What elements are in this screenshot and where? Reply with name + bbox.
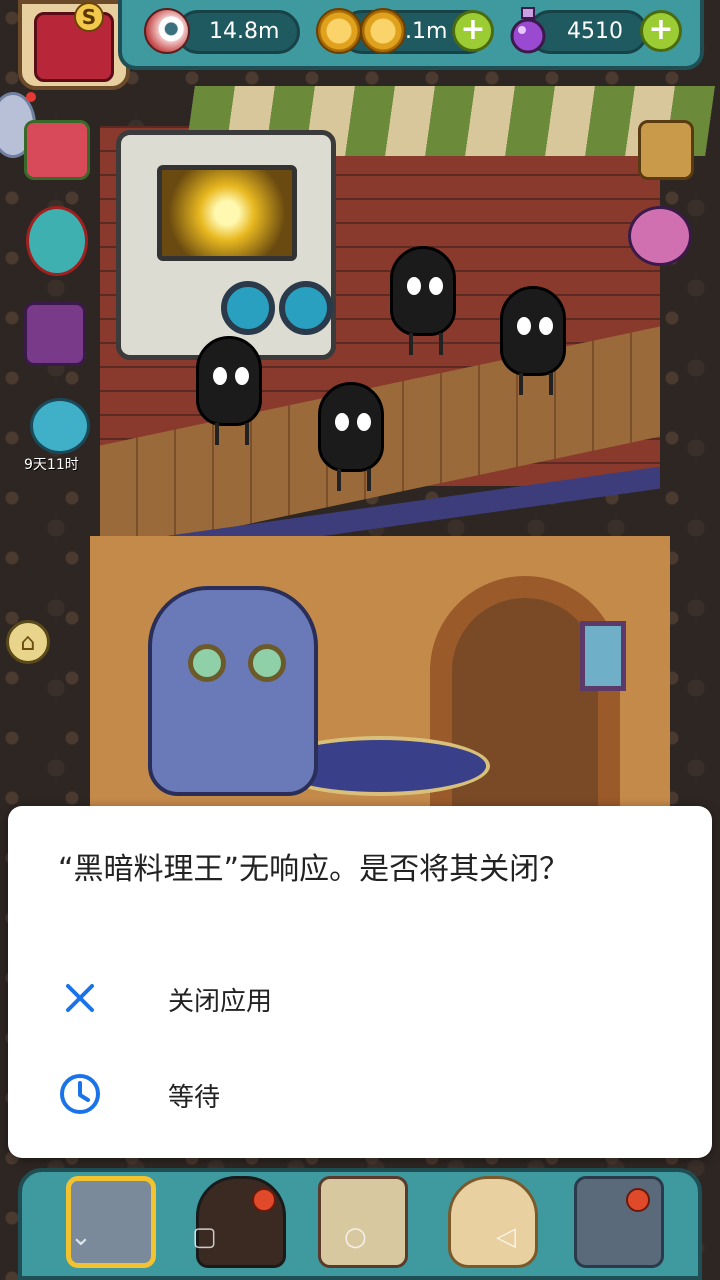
red-dot-badge	[626, 1188, 650, 1212]
rank-badge: S	[74, 2, 104, 32]
dark-creature[interactable]	[390, 246, 456, 355]
cards-icon[interactable]	[24, 302, 86, 366]
nav-home-icon[interactable]: ○	[344, 1222, 367, 1252]
nav-back-icon[interactable]: ◁	[496, 1222, 516, 1252]
monster-event-icon[interactable]	[30, 398, 90, 454]
nav-recents-icon[interactable]: ▢	[192, 1222, 217, 1252]
close-app-button[interactable]: 关闭应用	[8, 954, 712, 1044]
inventory-grid-button[interactable]	[574, 1176, 664, 1268]
coin-icon	[316, 8, 362, 54]
money-bag-button[interactable]	[448, 1176, 538, 1268]
wait-button[interactable]: 等待	[8, 1050, 712, 1140]
vortex-machine[interactable]	[116, 130, 336, 360]
gauge-icon	[221, 281, 275, 335]
close-app-label: 关闭应用	[168, 987, 273, 1017]
red-dot-badge	[252, 1188, 276, 1212]
event-timer: 9天11时	[24, 457, 79, 473]
eyes-value: 14.8m	[209, 19, 280, 44]
eyeball-cluster-icon[interactable]	[628, 206, 692, 266]
potion-icon	[510, 7, 546, 54]
game-scene[interactable]	[60, 86, 715, 836]
home-icon[interactable]: ⌂	[6, 620, 50, 664]
coin-icon	[360, 8, 406, 54]
dark-creature[interactable]	[500, 286, 566, 395]
eyes-counter: 14.8m	[176, 10, 300, 54]
wait-label: 等待	[168, 1083, 221, 1113]
eyeball-icon	[144, 8, 190, 54]
vortex-screen	[157, 165, 297, 261]
nav-menu-icon[interactable]: ⌄	[70, 1222, 92, 1252]
red-dot-badge	[26, 92, 36, 102]
mechanical-cat-statue[interactable]	[148, 586, 318, 796]
screen: S 14.8m .1m + 4510 + 9天11时 ⌂ ⌄ ▢ ○ ◁ “黑暗…	[0, 0, 720, 1280]
coins-value: .1m	[405, 19, 448, 44]
dialog-title: “黑暗料理王”无响应。是否将其关闭？	[58, 852, 570, 887]
gauge-icon	[279, 281, 333, 335]
app-not-responding-dialog: “黑暗料理王”无响应。是否将其关闭？ 关闭应用 等待	[8, 806, 712, 1158]
gift-box-icon[interactable]	[24, 120, 90, 180]
potions-value: 4510	[567, 19, 623, 44]
player-avatar[interactable]: S	[18, 0, 130, 90]
dark-creature[interactable]	[318, 382, 384, 491]
add-coins-button[interactable]: +	[452, 10, 494, 52]
close-icon	[66, 984, 94, 1012]
backpack-icon[interactable]	[638, 120, 694, 180]
clock-icon	[60, 1074, 100, 1114]
flower-pot-icon[interactable]	[26, 206, 88, 276]
add-potions-button[interactable]: +	[640, 10, 682, 52]
dark-creature[interactable]	[196, 336, 262, 445]
wall-mirror	[580, 621, 626, 691]
